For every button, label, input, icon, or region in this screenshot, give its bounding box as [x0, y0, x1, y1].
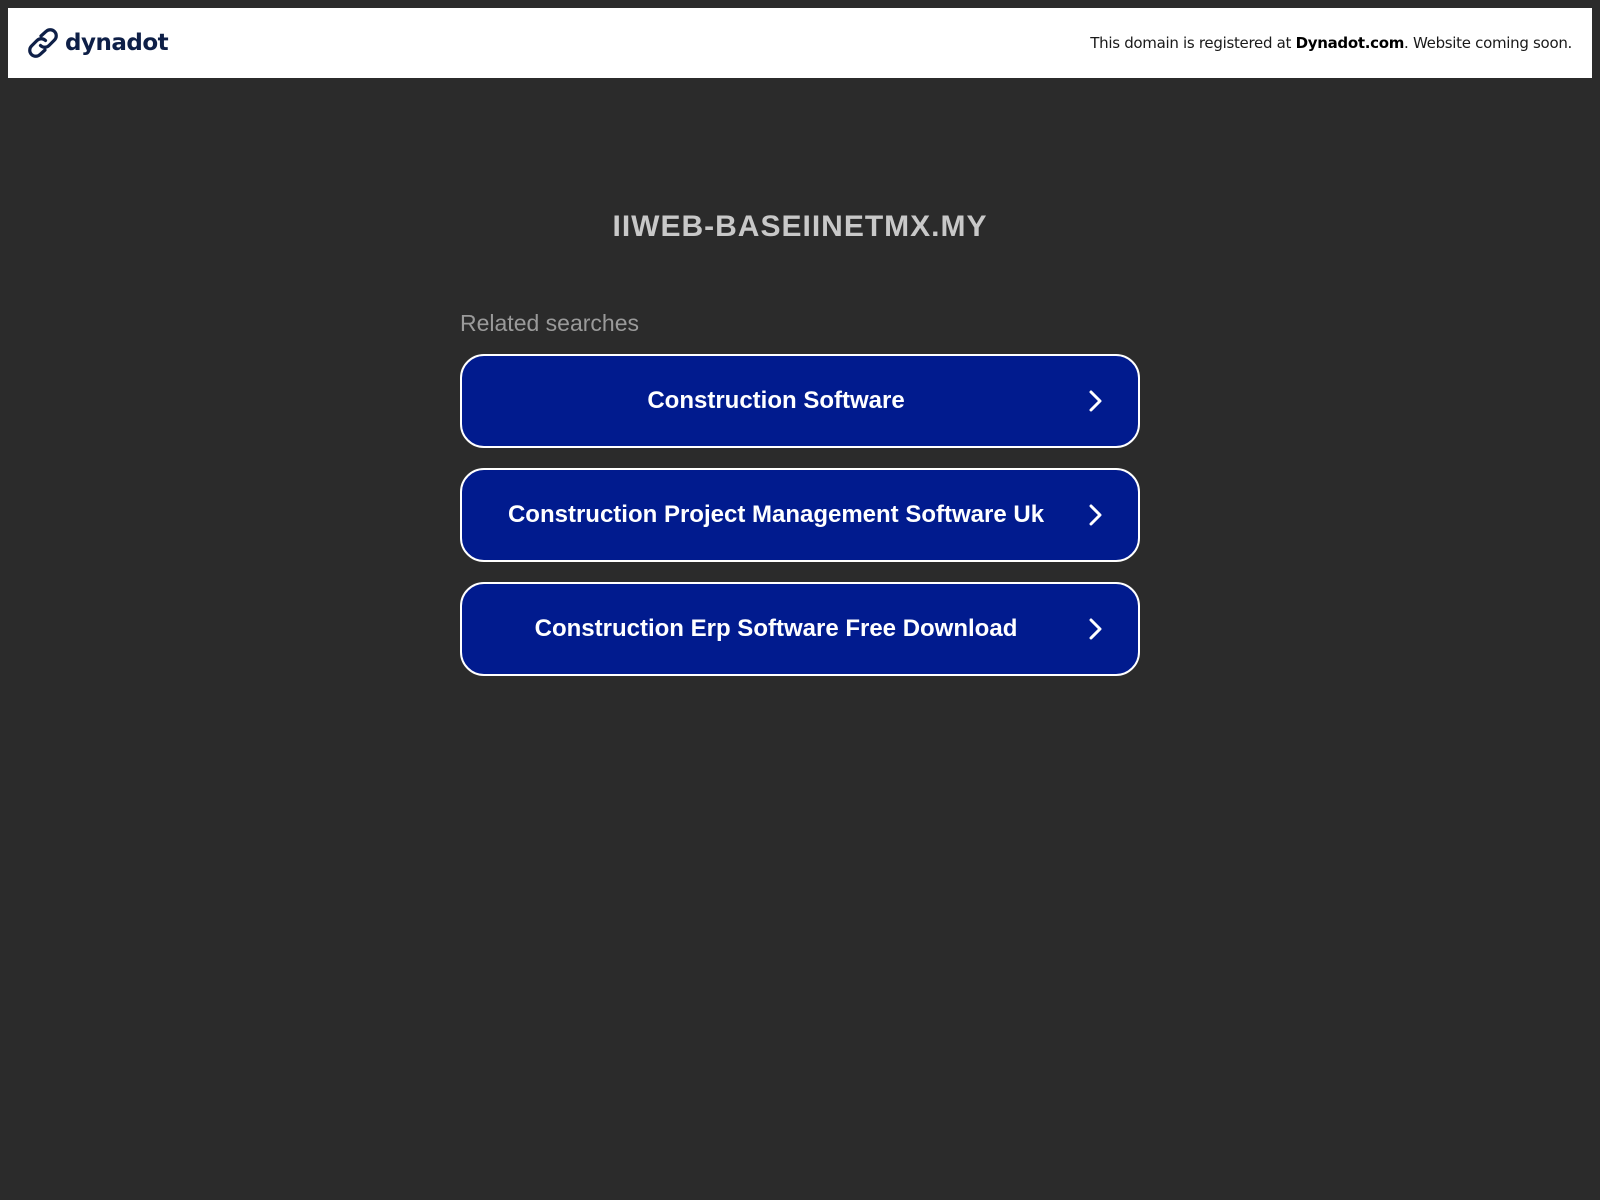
domain-title: IIWEB-BASEIINETMX.MY: [612, 210, 988, 243]
dynadot-logo[interactable]: dynadot: [27, 27, 169, 59]
chevron-right-icon: [1089, 504, 1102, 526]
notice-prefix: This domain is registered at: [1090, 34, 1296, 52]
search-button-construction-erp-software-free-download[interactable]: Construction Erp Software Free Download: [460, 582, 1140, 676]
related-searches: Related searches Construction Software C…: [460, 308, 1140, 696]
search-button-construction-software[interactable]: Construction Software: [460, 354, 1140, 448]
chevron-right-icon: [1089, 390, 1102, 412]
registration-notice: This domain is registered at Dynadot.com…: [1090, 34, 1572, 52]
chevron-right-icon: [1089, 618, 1102, 640]
search-button-label: Construction Software: [647, 387, 905, 414]
registrar-link[interactable]: Dynadot.com: [1296, 34, 1405, 52]
notice-suffix: . Website coming soon.: [1404, 34, 1572, 52]
search-button-construction-project-management-software-uk[interactable]: Construction Project Management Software…: [460, 468, 1140, 562]
search-button-label: Construction Erp Software Free Download: [534, 615, 1018, 642]
top-bar: dynadot This domain is registered at Dyn…: [8, 8, 1592, 78]
dynadot-logo-icon: [28, 28, 58, 58]
search-button-label: Construction Project Management Software…: [507, 501, 1045, 528]
related-searches-label: Related searches: [460, 310, 639, 336]
brand-name: dynadot: [65, 30, 169, 56]
